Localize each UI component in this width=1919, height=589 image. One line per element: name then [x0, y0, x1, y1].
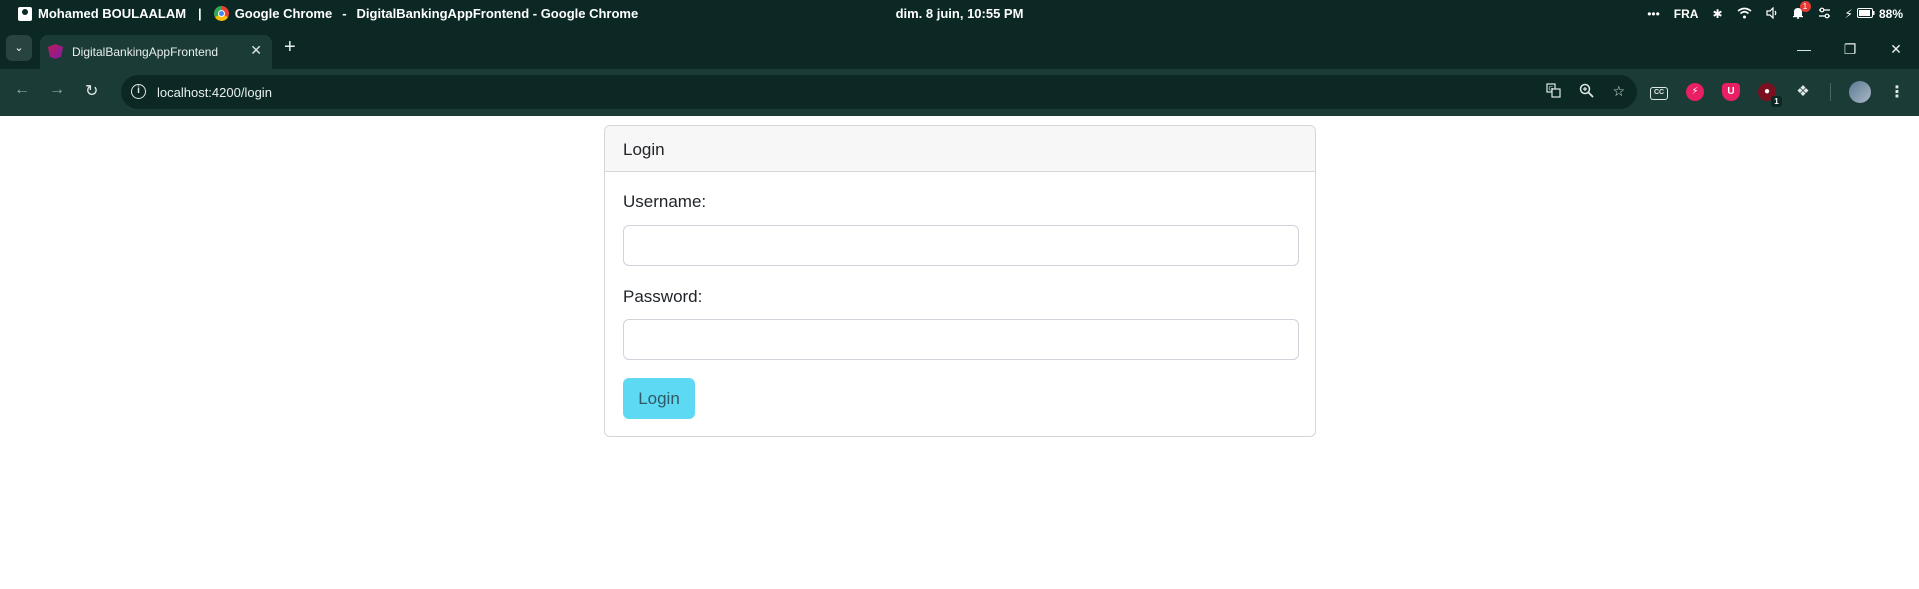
chrome-logo-icon — [213, 6, 229, 21]
user-icon — [18, 6, 32, 21]
os-taskbar: Mohamed BOULAALAM | Google Chrome - Digi… — [0, 0, 1919, 29]
angular-favicon-icon — [48, 44, 63, 59]
address-bar[interactable]: i localhost:4200/login G ☆ — [121, 75, 1637, 109]
new-tab-button[interactable]: + — [284, 37, 296, 57]
reload-button[interactable]: ↻ — [85, 81, 98, 101]
os-window-title: DigitalBankingAppFrontend - Google Chrom… — [356, 6, 639, 21]
password-label: Password: — [623, 287, 703, 306]
lightning-extension-icon[interactable]: ⚡ — [1686, 83, 1704, 101]
window-controls: — ❐ ✕ — [1781, 29, 1919, 69]
browser-tab-strip: ⌄ DigitalBankingAppFrontend ✕ + — ❐ ✕ — [0, 29, 1919, 69]
bluetooth-icon[interactable]: ✱ — [1712, 7, 1722, 21]
battery-indicator[interactable]: ⚡ 88% — [1845, 7, 1903, 21]
browser-toolbar: ← → ↻ i localhost:4200/login G ☆ CC ⚡ U … — [0, 69, 1919, 116]
wifi-icon[interactable] — [1737, 7, 1752, 22]
password-input[interactable] — [623, 319, 1299, 360]
username-label: Username: — [623, 192, 707, 211]
notification-badge: 1 — [1799, 1, 1811, 12]
battery-percent: 88% — [1878, 7, 1903, 21]
omnibox-actions: G ☆ — [1546, 83, 1625, 101]
login-button[interactable]: Login — [623, 378, 695, 419]
login-card: Login Username: Password: Login — [604, 125, 1316, 437]
url-text[interactable]: localhost:4200/login — [157, 85, 272, 100]
charging-icon: ⚡ — [1844, 7, 1853, 21]
os-system-tray: ••• FRA ✱ 1 ⚡ 88% — [1647, 1, 1903, 22]
os-user-name: Mohamed BOULAALAM — [38, 6, 187, 21]
site-info-icon[interactable]: i — [131, 84, 146, 99]
login-card-header: Login — [605, 126, 1315, 172]
tab-close-icon[interactable]: ✕ — [250, 42, 262, 59]
back-button[interactable]: ← — [14, 81, 30, 99]
closed-captions-icon[interactable]: CC — [1650, 86, 1668, 100]
settings-toggle-icon[interactable] — [1818, 7, 1831, 22]
os-title-dash: - — [342, 6, 347, 21]
forward-button[interactable]: → — [49, 81, 65, 99]
battery-icon — [1856, 7, 1875, 21]
tab-digital-banking[interactable]: DigitalBankingAppFrontend ✕ — [40, 35, 272, 69]
bookmark-star-icon[interactable]: ☆ — [1612, 83, 1625, 101]
os-app-name: Google Chrome — [234, 6, 333, 21]
chevron-down-icon: ⌄ — [14, 42, 24, 54]
extensions-area: CC ⚡ U ● 1 ❖ ⋮ — [1650, 81, 1905, 107]
tab-title: DigitalBankingAppFrontend — [72, 45, 219, 59]
toolbar-divider — [1830, 83, 1831, 101]
recorder-extension-icon[interactable]: ● 1 — [1758, 83, 1782, 107]
language-indicator[interactable]: FRA — [1674, 7, 1699, 21]
more-icon[interactable]: ••• — [1647, 7, 1660, 21]
profile-avatar[interactable] — [1849, 81, 1871, 103]
os-title-separator: | — [198, 6, 202, 21]
os-window-title-area: Mohamed BOULAALAM | Google Chrome - Digi… — [18, 6, 638, 21]
extension-badge: 1 — [1771, 96, 1782, 107]
tab-search-button[interactable]: ⌄ — [6, 35, 32, 61]
extensions-puzzle-icon[interactable]: ❖ — [1794, 83, 1812, 101]
username-input[interactable] — [623, 225, 1299, 266]
restore-button[interactable]: ❐ — [1827, 29, 1873, 69]
ublock-extension-icon[interactable]: U — [1722, 83, 1740, 101]
volume-icon[interactable] — [1765, 6, 1778, 22]
svg-text:G: G — [1549, 86, 1554, 93]
close-window-button[interactable]: ✕ — [1873, 29, 1919, 69]
minimize-button[interactable]: — — [1781, 29, 1827, 69]
translate-icon[interactable]: G — [1546, 83, 1562, 101]
chrome-menu-icon[interactable]: ⋮ — [1889, 82, 1905, 102]
bell-icon[interactable]: 1 — [1792, 1, 1811, 22]
zoom-icon[interactable] — [1579, 83, 1595, 101]
